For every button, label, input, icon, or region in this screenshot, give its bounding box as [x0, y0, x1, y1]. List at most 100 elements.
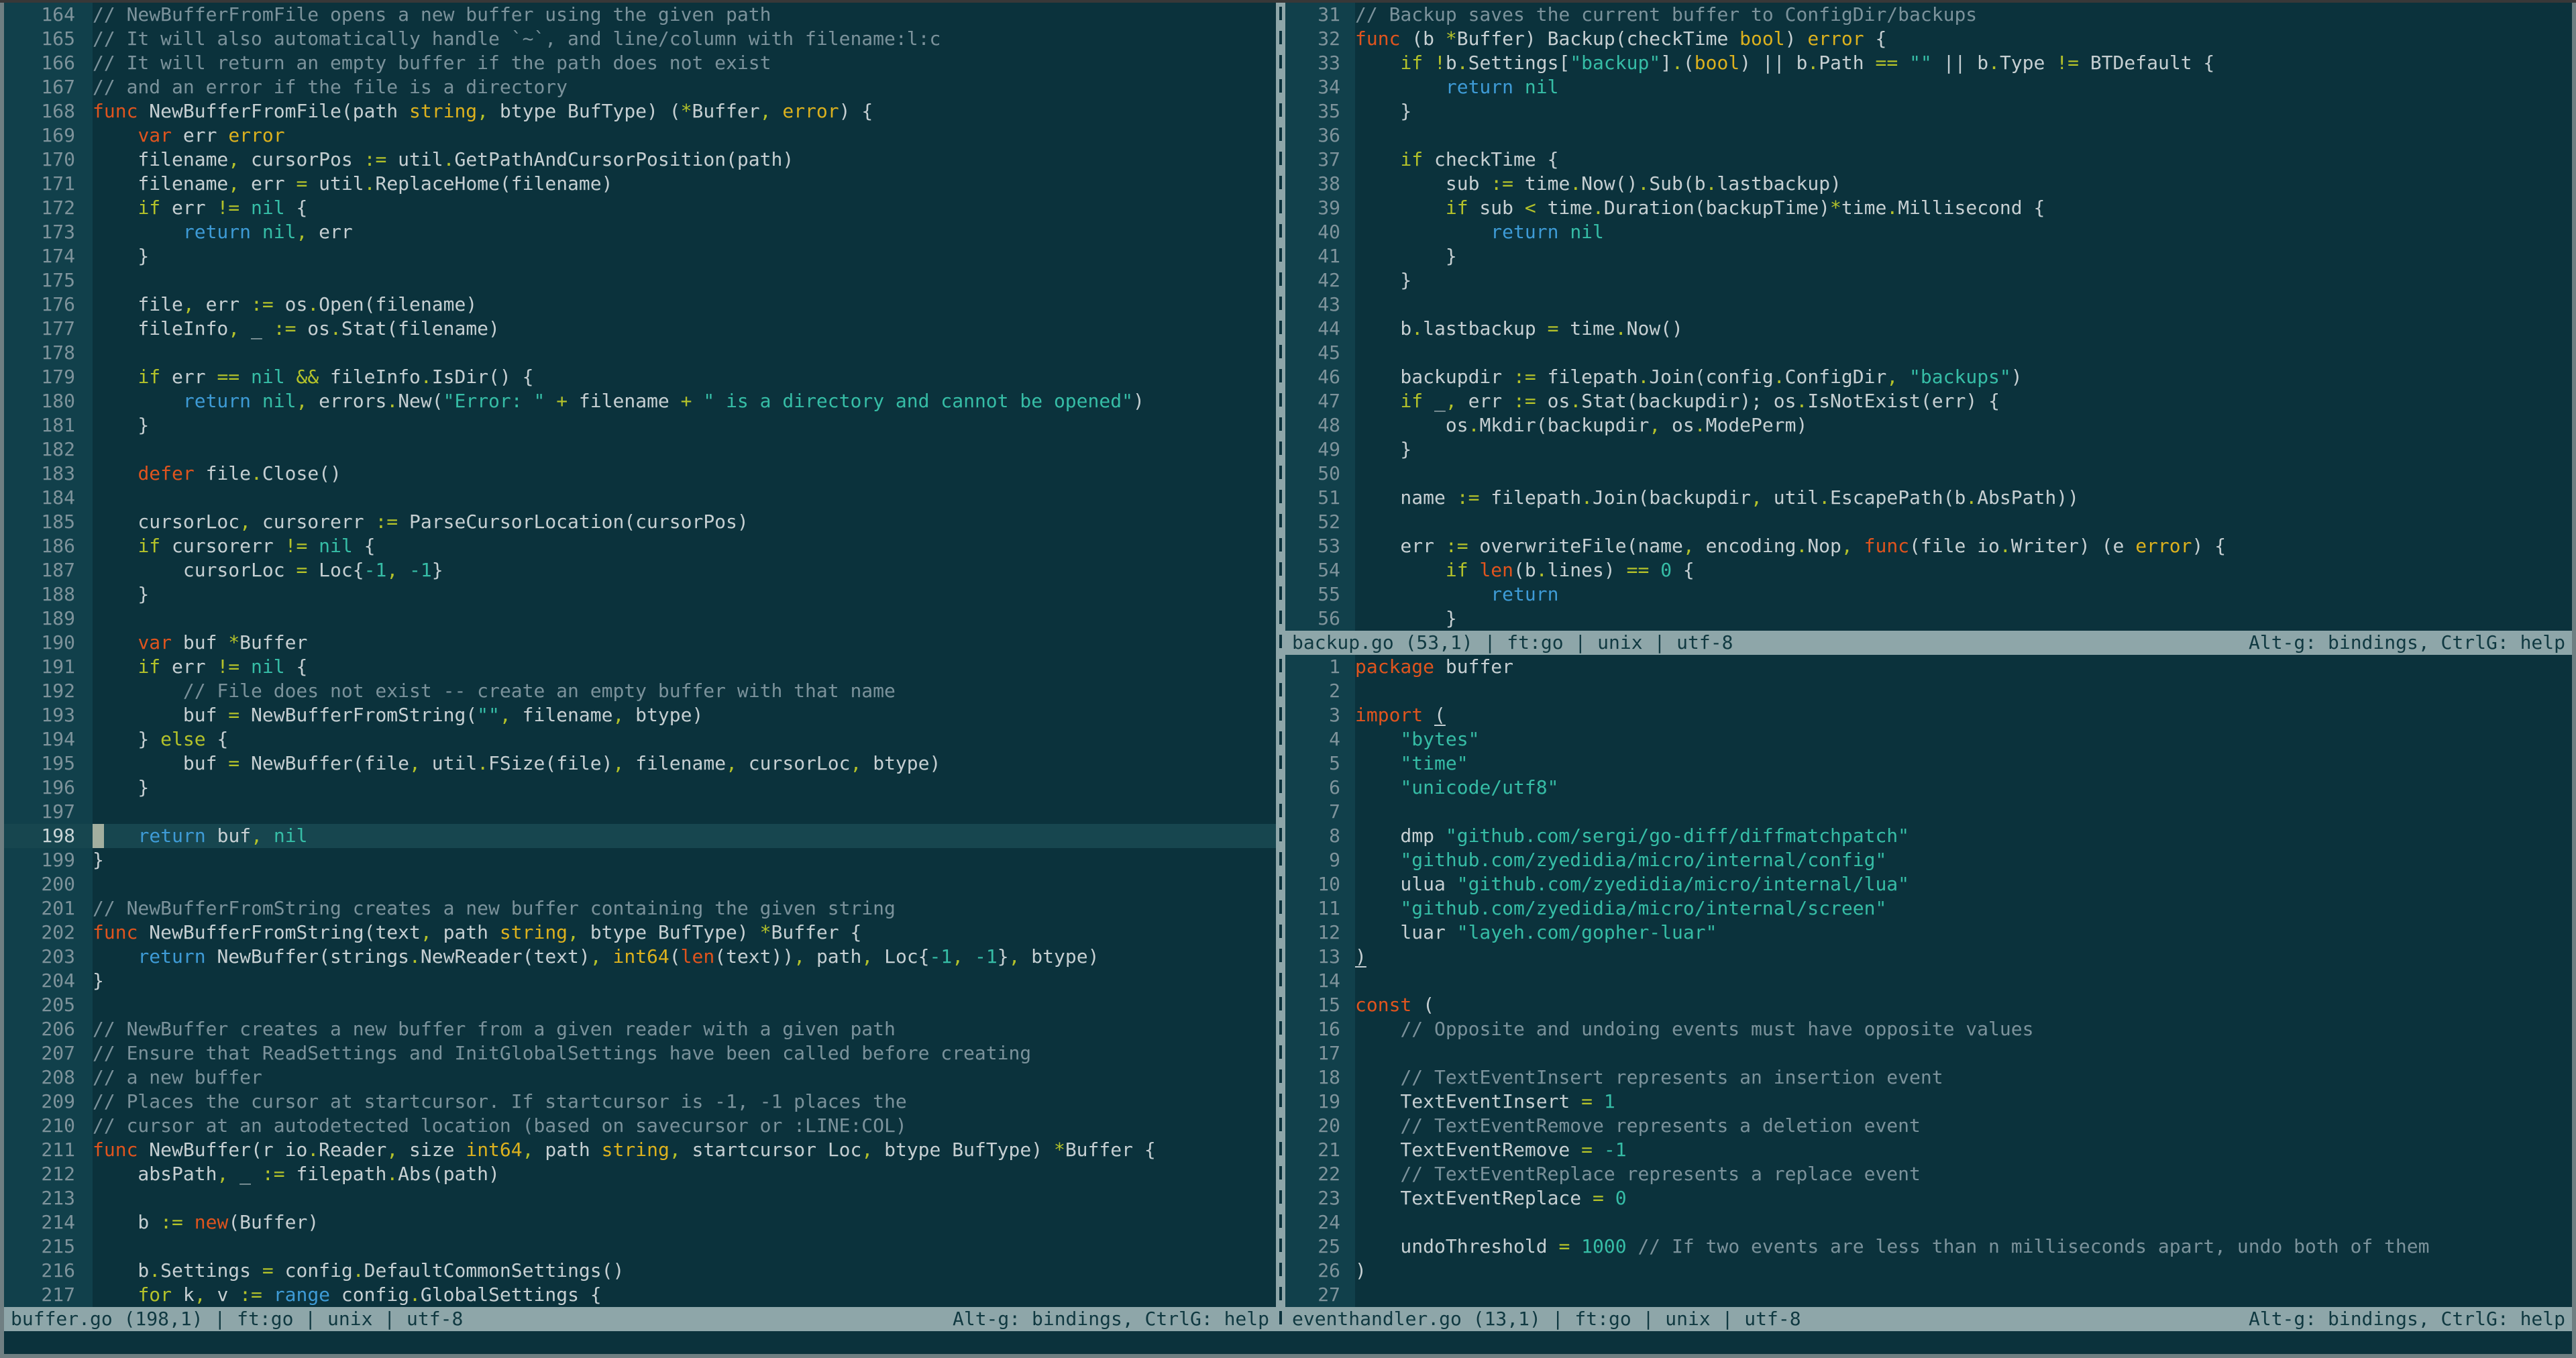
- code-line: 55 return: [1285, 582, 2572, 607]
- code-line: 174 }: [4, 244, 1276, 268]
- code-text: }: [1355, 100, 1412, 122]
- line-number: 207: [4, 1041, 93, 1065]
- line-number: 169: [4, 123, 93, 148]
- code-line: 43: [1285, 293, 2572, 317]
- text-cursor: [93, 824, 104, 848]
- code-text: sub := time.Now().Sub(b.lastbackup): [1355, 172, 1841, 195]
- line-number: 167: [4, 75, 93, 99]
- code-text: // Opposite and undoing events must have…: [1400, 1018, 2034, 1040]
- line-number: 40: [1285, 220, 1355, 244]
- code-line: 26): [1285, 1259, 2572, 1283]
- line-number: 3: [1285, 703, 1355, 727]
- editor-pane-buffer-go[interactable]: 164// NewBufferFromFile opens a new buff…: [4, 3, 1276, 1331]
- line-number: 209: [4, 1090, 93, 1114]
- code-line: 44 b.lastbackup = time.Now(): [1285, 317, 2572, 341]
- code-text: ): [1355, 945, 1366, 968]
- line-number: 176: [4, 293, 93, 317]
- code-line: 23 TextEventReplace = 0: [1285, 1186, 2572, 1210]
- code-line: 25 undoThreshold = 1000 // If two events…: [1285, 1235, 2572, 1259]
- editor-splits: 164// NewBufferFromFile opens a new buff…: [4, 3, 2572, 1331]
- line-number: 166: [4, 51, 93, 75]
- line-number: 31: [1285, 3, 1355, 27]
- code-area-eventhandler-go[interactable]: 1 package buffer 2 3 import (4 "bytes" 5 "tim…: [1285, 655, 2572, 1307]
- code-line: 212 absPath, _ := filepath.Abs(path): [4, 1162, 1276, 1186]
- code-text: ): [1355, 1259, 1366, 1282]
- code-text: func NewBufferFromString(text, path stri…: [93, 921, 862, 943]
- line-number: 48: [1285, 413, 1355, 437]
- code-line: 170 filename, cursorPos := util.GetPathA…: [4, 148, 1276, 172]
- code-text: b := new(Buffer): [93, 1211, 319, 1233]
- line-number: 211: [4, 1138, 93, 1162]
- statusbar-file-info: backup.go (53,1) | ft:go | unix | utf-8: [1292, 631, 1733, 654]
- command-line[interactable]: [4, 1331, 2572, 1354]
- line-number: 21: [1285, 1138, 1355, 1162]
- statusbar-backup-go: backup.go (53,1) | ft:go | unix | utf-8 …: [1285, 631, 2572, 655]
- code-line: 17: [1285, 1041, 2572, 1065]
- line-number: 10: [1285, 872, 1355, 896]
- code-line: 8 dmp "github.com/sergi/go-diff/diffmatc…: [1285, 824, 2572, 848]
- code-text: // a new buffer: [93, 1066, 262, 1088]
- code-line: 192 // File does not exist -- create an …: [4, 679, 1276, 703]
- code-line: 215: [4, 1235, 1276, 1259]
- code-line: 209// Places the cursor at startcursor. …: [4, 1090, 1276, 1114]
- code-line: 47 if _, err := os.Stat(backupdir); os.I…: [1285, 389, 2572, 413]
- line-number: 184: [4, 486, 93, 510]
- line-number: 49: [1285, 437, 1355, 462]
- line-number: 186: [4, 534, 93, 558]
- code-line: 35 }: [1285, 99, 2572, 123]
- code-area-backup-go[interactable]: 31// Backup saves the current buffer to …: [1285, 3, 2572, 631]
- line-number: 39: [1285, 196, 1355, 220]
- code-text: "github.com/zyedidia/micro/internal/scre…: [1400, 897, 1887, 919]
- code-line: 13): [1285, 945, 2572, 969]
- code-text: filename, err = util.ReplaceHome(filenam…: [93, 172, 613, 195]
- code-text: b.Settings = config.DefaultCommonSetting…: [93, 1259, 625, 1282]
- code-line: 33 if !b.Settings["backup"].(bool) || b.…: [1285, 51, 2572, 75]
- code-line: 183 defer file.Close(): [4, 462, 1276, 486]
- line-number: 210: [4, 1114, 93, 1138]
- code-line: 187 cursorLoc = Loc{-1, -1}: [4, 558, 1276, 582]
- code-text: if err != nil {: [138, 197, 308, 219]
- line-number: 213: [4, 1186, 93, 1210]
- line-number: 188: [4, 582, 93, 607]
- line-number: 182: [4, 437, 93, 462]
- code-line: 15 const (: [1285, 993, 2572, 1017]
- line-number: 52: [1285, 510, 1355, 534]
- code-text: absPath, _ := filepath.Abs(path): [93, 1163, 500, 1185]
- code-line: 5 "time": [1285, 751, 2572, 776]
- code-line: 175: [4, 268, 1276, 293]
- code-text: name := filepath.Join(backupdir, util.Es…: [1355, 486, 2079, 509]
- code-text: }: [93, 970, 104, 992]
- code-area-buffer-go[interactable]: 164// NewBufferFromFile opens a new buff…: [4, 3, 1276, 1307]
- line-number: 4: [1285, 727, 1355, 751]
- code-text: if cursorerr != nil {: [138, 535, 376, 557]
- code-line: 177 fileInfo, _ := os.Stat(filename): [4, 317, 1276, 341]
- code-line: 46 backupdir := filepath.Join(config.Con…: [1285, 365, 2572, 389]
- line-number: 203: [4, 945, 93, 969]
- code-line: 184: [4, 486, 1276, 510]
- code-text: var err error: [138, 124, 285, 146]
- line-number: 173: [4, 220, 93, 244]
- code-text: }: [93, 414, 150, 436]
- code-line: 40 return nil: [1285, 220, 2572, 244]
- line-number: 46: [1285, 365, 1355, 389]
- code-text: func NewBuffer(r io.Reader, size int64, …: [93, 1139, 1156, 1161]
- code-line: 45: [1285, 341, 2572, 365]
- pane-divider[interactable]: [1276, 3, 1285, 1331]
- code-line: 9 "github.com/zyedidia/micro/internal/co…: [1285, 848, 2572, 872]
- code-line: 169 var err error: [4, 123, 1276, 148]
- code-line: 202 func NewBufferFromString(text, path s…: [4, 921, 1276, 945]
- code-text: package buffer: [1355, 656, 1514, 678]
- statusbar-buffer-go: buffer.go (198,1) | ft:go | unix | utf-8…: [4, 1307, 1276, 1331]
- code-line: 18 // TextEventInsert represents an inse…: [1285, 1065, 2572, 1090]
- code-text: return buf, nil: [93, 824, 1276, 848]
- code-line: 208// a new buffer: [4, 1065, 1276, 1090]
- statusbar-file-info: buffer.go (198,1) | ft:go | unix | utf-8: [11, 1308, 464, 1330]
- code-text: // Places the cursor at startcursor. If …: [93, 1090, 907, 1112]
- code-line: 200: [4, 872, 1276, 896]
- code-line: 24: [1285, 1210, 2572, 1235]
- code-line: 12 luar "layeh.com/gopher-luar": [1285, 921, 2572, 945]
